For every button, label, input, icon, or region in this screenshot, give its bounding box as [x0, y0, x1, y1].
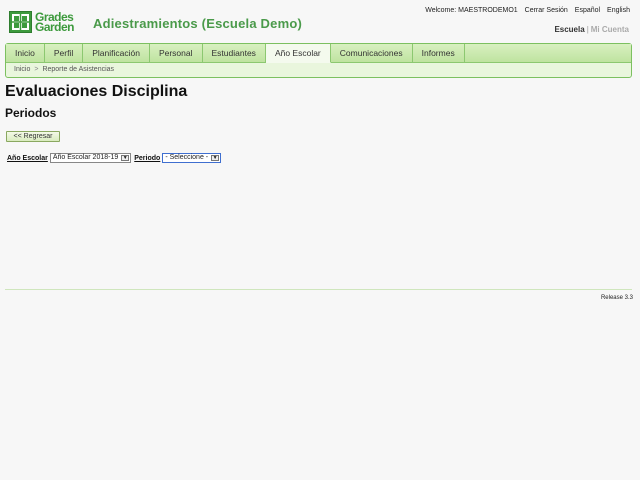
breadcrumb-separator: >: [34, 66, 39, 73]
tab-inicio[interactable]: Inicio: [6, 44, 45, 63]
back-button[interactable]: << Regresar: [6, 131, 60, 142]
tab-personal[interactable]: Personal: [150, 44, 203, 63]
logout-link[interactable]: Cerrar Sesión: [525, 7, 568, 14]
welcome-text: Welcome: MAESTRODEMO1: [425, 7, 518, 14]
tab-ano-escolar[interactable]: Año Escolar: [265, 44, 331, 63]
footer-divider: [5, 289, 632, 290]
chevron-down-icon: ▼: [211, 155, 220, 161]
tab-comunicaciones[interactable]: Comunicaciones: [331, 44, 413, 63]
header: Grades Garden Adiestramientos (Escuela D…: [0, 0, 640, 42]
page-subtitle: Periodos: [5, 106, 57, 120]
spanish-link[interactable]: Español: [575, 7, 600, 14]
period-value: - Seleccione -: [165, 154, 209, 161]
logo-icon: [9, 11, 32, 33]
view-separator: |: [586, 25, 589, 34]
breadcrumb-home-link[interactable]: Inicio: [14, 66, 30, 73]
view-switch: Escuela | Mi Cuenta: [554, 25, 629, 34]
app-title: Adiestramientos (Escuela Demo): [93, 16, 303, 31]
school-year-value: Año Escolar 2018-19: [52, 154, 119, 161]
logo-line2: Garden: [35, 20, 75, 34]
breadcrumb-current: Reporte de Asistencias: [42, 66, 115, 73]
logo-text: Grades Garden: [35, 11, 75, 34]
school-year-select[interactable]: Año Escolar 2018-19 ▼: [49, 153, 132, 163]
top-links: Welcome: MAESTRODEMO1 Cerrar Sesión Espa…: [425, 7, 630, 14]
tab-planificacion[interactable]: Planificación: [83, 44, 150, 63]
school-year-label: Año Escolar: [7, 154, 48, 162]
release-version: Release 3.3: [600, 295, 633, 301]
tab-estudiantes[interactable]: Estudiantes: [203, 44, 266, 63]
tab-perfil[interactable]: Perfil: [45, 44, 84, 63]
chevron-down-icon: ▼: [121, 155, 130, 161]
period-label: Periodo: [134, 154, 161, 162]
page-title: Evaluaciones Disciplina: [5, 83, 188, 100]
tab-informes[interactable]: Informes: [413, 44, 465, 63]
period-select[interactable]: - Seleccione - ▼: [162, 153, 222, 163]
breadcrumb: Inicio > Reporte de Asistencias: [14, 66, 114, 73]
school-view-link[interactable]: Escuela: [554, 25, 584, 34]
my-account-link[interactable]: Mi Cuenta: [591, 25, 629, 34]
grades-garden-logo[interactable]: Grades Garden: [9, 10, 79, 34]
filters-row: Año Escolar Año Escolar 2018-19 ▼ Period…: [7, 153, 224, 163]
nav-tabs: Inicio Perfil Planificación Personal Est…: [6, 44, 631, 63]
english-link[interactable]: English: [607, 7, 630, 14]
main-navigation: Inicio Perfil Planificación Personal Est…: [5, 43, 632, 78]
